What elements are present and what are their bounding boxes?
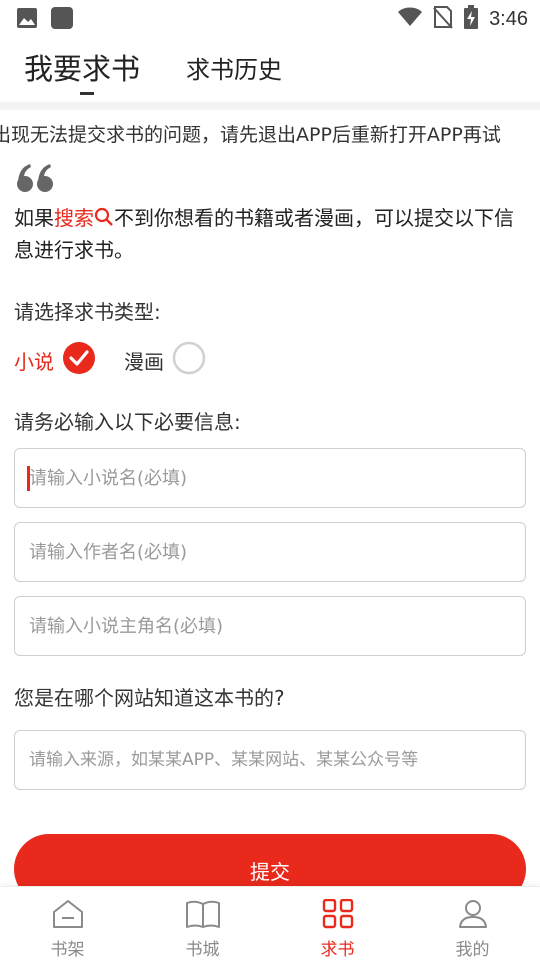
tab-request-book[interactable]: 我要求书 — [24, 46, 140, 88]
nav-label-bookstore: 书城 — [185, 940, 220, 960]
intro-prefix: 如果 — [14, 206, 54, 230]
nav-item-profile[interactable]: 我的 — [405, 887, 540, 960]
intro-text: 如果搜索 不到你想看的书籍或者漫画，可以提交以下信息进行求书。 — [14, 202, 526, 266]
battery-charging-icon — [463, 5, 479, 33]
bottom-nav: 书架 书城 求书 我的 — [0, 886, 540, 960]
nav-item-bookshelf[interactable]: 书架 — [0, 887, 135, 960]
status-right: 3:46 — [397, 5, 528, 33]
no-sim-icon — [433, 5, 453, 33]
tab-indicator — [80, 92, 94, 95]
notice-marquee: 出现无法提交求书的问题，请先退出APP后重新打开APP再试 — [0, 118, 540, 148]
quote-icon — [16, 160, 56, 194]
type-radio-group: 小说 漫画 — [14, 340, 206, 380]
search-link[interactable]: 搜索 — [54, 206, 94, 230]
notice-text: 出现无法提交求书的问题，请先退出APP后重新打开APP再试 — [0, 124, 501, 146]
radio-novel-label: 小说 — [14, 349, 54, 374]
book-icon — [185, 899, 221, 933]
protagonist-name-input[interactable] — [14, 596, 526, 656]
checked-circle-icon[interactable] — [62, 341, 96, 380]
radio-comic[interactable]: 漫画 — [124, 341, 206, 380]
unchecked-circle-icon[interactable] — [172, 341, 206, 380]
nav-label-request: 求书 — [320, 940, 355, 960]
nav-item-bookstore[interactable]: 书城 — [135, 887, 270, 960]
profile-icon — [457, 899, 489, 933]
source-section-label: 您是在哪个网站知道这本书的? — [14, 686, 285, 710]
search-icon[interactable] — [94, 204, 114, 226]
top-tabs: 我要求书 求书历史 — [0, 36, 540, 102]
source-input[interactable] — [14, 730, 526, 790]
type-section-label: 请选择求书类型: — [14, 300, 161, 324]
required-section-label: 请务必输入以下必要信息: — [14, 410, 241, 434]
bookshelf-icon — [51, 899, 85, 933]
radio-comic-label: 漫画 — [124, 349, 164, 374]
status-left — [16, 6, 74, 34]
submit-label: 提交 — [250, 860, 290, 884]
author-name-input[interactable] — [14, 522, 526, 582]
text-caret — [27, 466, 30, 491]
app-icon — [50, 6, 74, 34]
wifi-icon — [397, 6, 423, 32]
nav-item-request[interactable]: 求书 — [270, 887, 405, 960]
novel-name-input[interactable] — [14, 448, 526, 508]
request-grid-icon — [322, 898, 354, 933]
header-divider — [0, 102, 540, 110]
image-icon — [16, 7, 38, 33]
radio-novel[interactable]: 小说 — [14, 341, 96, 380]
nav-label-profile: 我的 — [455, 940, 490, 960]
tab-request-history[interactable]: 求书历史 — [186, 50, 282, 85]
status-time: 3:46 — [489, 7, 528, 30]
status-bar: 3:46 — [0, 0, 540, 36]
nav-label-bookshelf: 书架 — [50, 940, 85, 960]
